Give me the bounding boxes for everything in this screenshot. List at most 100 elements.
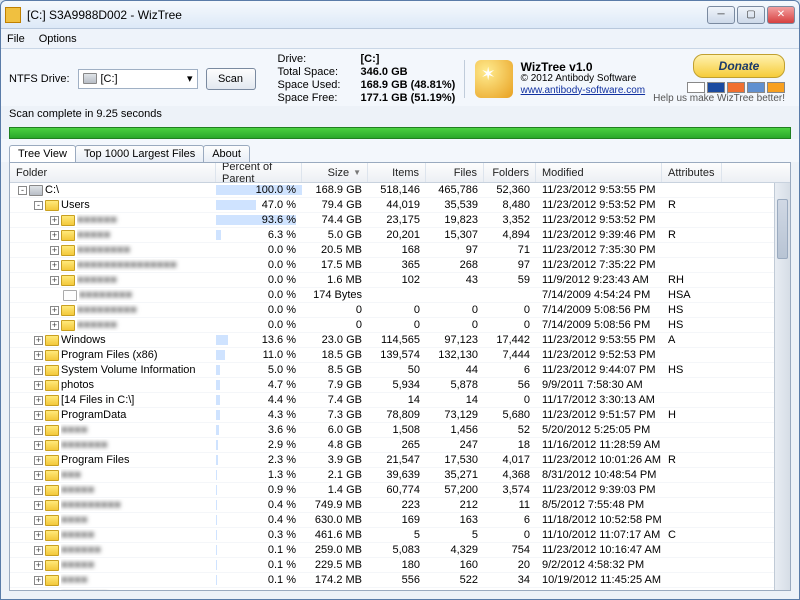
- menu-file[interactable]: File: [7, 33, 25, 45]
- table-row[interactable]: +■■■■■■■2.9 %4.8 GB2652471811/16/2012 11…: [10, 438, 774, 453]
- drive-select[interactable]: [C:] ▾: [78, 69, 198, 89]
- table-row[interactable]: +■■■■■■■■■0.0 %00007/14/2009 5:08:56 PMH…: [10, 303, 774, 318]
- expand-toggle[interactable]: +: [34, 471, 43, 480]
- expand-toggle[interactable]: +: [34, 411, 43, 420]
- table-row[interactable]: +Windows13.6 %23.0 GB114,56597,12317,442…: [10, 333, 774, 348]
- item-name: ■■■■■: [61, 559, 210, 571]
- table-row[interactable]: +■■■■■0.9 %1.4 GB60,77457,2003,57411/23/…: [10, 483, 774, 498]
- app-icon: [5, 7, 21, 23]
- brand-tagline: Help us make WizTree better!: [653, 93, 785, 104]
- expand-toggle[interactable]: +: [34, 486, 43, 495]
- folder-icon: [45, 440, 59, 451]
- table-row[interactable]: +photos4.7 %7.9 GB5,9345,878569/9/2011 7…: [10, 378, 774, 393]
- expand-toggle[interactable]: +: [34, 576, 43, 585]
- table-row[interactable]: +■■■■■■■■0.0 %20.5 MB168977111/23/2012 7…: [10, 243, 774, 258]
- table-row[interactable]: +■■■■■■93.6 %74.4 GB23,17519,8233,35211/…: [10, 213, 774, 228]
- brand-url[interactable]: www.antibody-software.com: [521, 85, 646, 97]
- table-row[interactable]: -Users47.0 %79.4 GB44,01935,5398,48011/2…: [10, 198, 774, 213]
- table-row[interactable]: +■■■■■0.3 %461.6 MB55011/10/2012 11:07:1…: [10, 528, 774, 543]
- expand-toggle[interactable]: +: [34, 351, 43, 360]
- expand-toggle[interactable]: -: [18, 186, 27, 195]
- table-row[interactable]: +■■■■■■■■■■■■■■■0.0 %17.5 MB3652689711/2…: [10, 258, 774, 273]
- drive-label: NTFS Drive:: [9, 73, 70, 85]
- expand-toggle[interactable]: +: [50, 306, 59, 315]
- chevron-down-icon: ▾: [187, 72, 193, 85]
- expand-toggle[interactable]: +: [34, 396, 43, 405]
- expand-toggle[interactable]: +: [50, 231, 59, 240]
- menu-options[interactable]: Options: [39, 33, 77, 45]
- table-row[interactable]: +■■■■■6.3 %5.0 GB20,20115,3074,89411/23/…: [10, 228, 774, 243]
- col-modified[interactable]: Modified: [536, 163, 662, 182]
- expand-toggle[interactable]: +: [34, 561, 43, 570]
- table-row[interactable]: +■■■■0.1 %174.2 MB5565223410/19/2012 11:…: [10, 573, 774, 588]
- table-row[interactable]: +[14 Files in C:\]4.4 %7.4 GB1414011/17/…: [10, 393, 774, 408]
- table-row[interactable]: +ProgramData4.3 %7.3 GB78,80973,1295,680…: [10, 408, 774, 423]
- expand-toggle[interactable]: +: [34, 381, 43, 390]
- table-row[interactable]: -C:\100.0 %168.9 GB518,146465,78652,3601…: [10, 183, 774, 198]
- item-name: ■■■■■■: [77, 319, 210, 331]
- table-row[interactable]: +■■■■■■■■■0.4 %749.9 MB223212118/5/2012 …: [10, 498, 774, 513]
- expand-toggle[interactable]: +: [34, 501, 43, 510]
- table-row[interactable]: +■■■■■■0.1 %259.0 MB5,0834,32975411/23/2…: [10, 543, 774, 558]
- col-items[interactable]: Items: [368, 163, 426, 182]
- folder-icon: [45, 350, 59, 361]
- table-row[interactable]: +■■■■■0.1 %229.5 MB180160209/2/2012 4:58…: [10, 558, 774, 573]
- expand-toggle[interactable]: +: [34, 456, 43, 465]
- folder-icon: [45, 395, 59, 406]
- table-row[interactable]: +■■■1.3 %2.1 GB39,63935,2714,3688/31/201…: [10, 468, 774, 483]
- vertical-scrollbar[interactable]: [774, 183, 790, 590]
- expand-toggle[interactable]: +: [34, 516, 43, 525]
- folder-icon: [45, 365, 59, 376]
- table-row[interactable]: +Program Files (x86)11.0 %18.5 GB139,574…: [10, 348, 774, 363]
- item-name: ■■■■■: [77, 229, 210, 241]
- scrollbar-thumb[interactable]: [777, 199, 788, 259]
- table-row[interactable]: +System Volume Information5.0 %8.5 GB504…: [10, 363, 774, 378]
- expand-toggle[interactable]: +: [34, 366, 43, 375]
- col-folders[interactable]: Folders: [484, 163, 536, 182]
- expand-toggle[interactable]: +: [50, 216, 59, 225]
- col-files[interactable]: Files: [426, 163, 484, 182]
- grid-body[interactable]: -C:\100.0 %168.9 GB518,146465,78652,3601…: [10, 183, 774, 590]
- brand-copyright: © 2012 Antibody Software: [521, 73, 646, 85]
- tab-about[interactable]: About: [203, 145, 250, 162]
- table-row[interactable]: +■■■■■■0.0 %1.6 MB102435911/9/2012 9:23:…: [10, 273, 774, 288]
- title-bar[interactable]: [C:] S3A9988D002 - WizTree ─ ▢ ✕: [1, 1, 799, 29]
- wand-icon: [475, 60, 513, 98]
- amex-icon: [747, 82, 765, 93]
- table-row[interactable]: +■■■■■■0.0 %00007/14/2009 5:08:56 PMHS: [10, 318, 774, 333]
- donate-button[interactable]: Donate: [693, 54, 785, 78]
- scan-status: Scan complete in 9.25 seconds: [1, 106, 799, 124]
- table-row[interactable]: ■■■■■■■■0.0 %174 Bytes7/14/2009 4:54:24 …: [10, 288, 774, 303]
- close-button[interactable]: ✕: [767, 6, 795, 24]
- expand-toggle[interactable]: +: [50, 321, 59, 330]
- folder-icon: [61, 305, 75, 316]
- folder-icon: [61, 215, 75, 226]
- maximize-button[interactable]: ▢: [737, 6, 765, 24]
- table-row[interactable]: +Program Files2.3 %3.9 GB21,54717,5304,0…: [10, 453, 774, 468]
- expand-toggle[interactable]: +: [34, 546, 43, 555]
- col-attributes[interactable]: Attributes: [662, 163, 722, 182]
- expand-toggle[interactable]: -: [34, 201, 43, 210]
- scan-button[interactable]: Scan: [206, 68, 256, 90]
- col-percent[interactable]: Percent of Parent: [216, 163, 302, 182]
- table-row[interactable]: +■■■■0.4 %630.0 MB169163611/18/2012 10:5…: [10, 513, 774, 528]
- brand-title: WizTree v1.0: [521, 61, 646, 73]
- expand-toggle[interactable]: +: [50, 276, 59, 285]
- expand-toggle[interactable]: +: [50, 261, 59, 270]
- folder-icon: [45, 200, 59, 211]
- expand-toggle[interactable]: +: [34, 426, 43, 435]
- tab-tree-view[interactable]: Tree View: [9, 145, 76, 162]
- item-name: ■■■■■■■■■: [61, 499, 210, 511]
- expand-toggle[interactable]: +: [50, 246, 59, 255]
- minimize-button[interactable]: ─: [707, 6, 735, 24]
- expand-toggle[interactable]: +: [34, 531, 43, 540]
- col-folder[interactable]: Folder: [10, 163, 216, 182]
- item-name: photos: [61, 379, 210, 391]
- expand-toggle[interactable]: +: [34, 441, 43, 450]
- table-row[interactable]: +■■■■3.6 %6.0 GB1,5081,456525/20/2012 5:…: [10, 423, 774, 438]
- table-row[interactable]: +■■■■■■■0.1 %137.2 MB29028558/31/2011 7:…: [10, 588, 774, 590]
- tab-top-1000[interactable]: Top 1000 Largest Files: [75, 145, 204, 162]
- window-title: [C:] S3A9988D002 - WizTree: [27, 8, 707, 22]
- expand-toggle[interactable]: +: [34, 336, 43, 345]
- col-size[interactable]: Size▼: [302, 163, 368, 182]
